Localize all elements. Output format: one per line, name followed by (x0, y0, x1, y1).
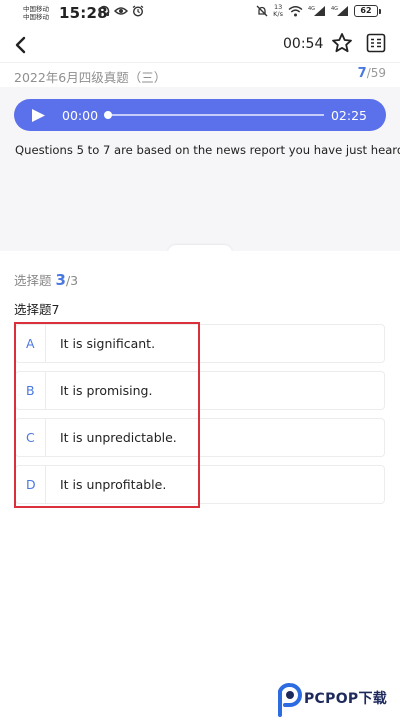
progress-current: 7 (357, 66, 367, 81)
option-c[interactable]: C It is unpredictable. (15, 418, 385, 457)
audio-total-time: 02:25 (330, 108, 367, 123)
exam-title-row: 2022年6月四级真题（三） 7/59 (0, 62, 400, 86)
audio-progress-thumb[interactable] (104, 111, 112, 119)
question-type-label: 选择题 (14, 273, 52, 288)
option-separator (45, 372, 46, 409)
audio-progress-track[interactable] (104, 111, 324, 119)
option-text: It is unprofitable. (60, 477, 167, 492)
signal-icon: 4G (308, 6, 325, 16)
carrier-1: 中国移动 (23, 5, 49, 13)
option-separator (45, 325, 46, 362)
watermark-text: PCPOP下载 (304, 691, 388, 707)
eye-icon (114, 7, 128, 15)
passage-area: 00:00 02:25 Questions 5 to 7 are based o… (0, 87, 400, 251)
audio-current-time: 00:00 (62, 108, 99, 123)
star-icon (332, 33, 352, 53)
back-button[interactable] (12, 33, 34, 57)
option-letter: C (26, 430, 35, 445)
exam-title: 2022年6月四级真题（三） (14, 70, 167, 85)
option-letter: D (26, 477, 36, 492)
play-icon (32, 109, 45, 122)
battery-icon: 62 (354, 5, 381, 17)
carrier-2: 中国移动 (23, 13, 49, 21)
question-area: 选择题 3/3 选择题7 A It is significant. B It i… (0, 252, 400, 720)
headphones-icon (98, 5, 110, 16)
option-b[interactable]: B It is promising. (15, 371, 385, 410)
alarm-icon (132, 5, 144, 17)
answer-sheet-icon (366, 33, 386, 53)
option-d[interactable]: D It is unprofitable. (15, 465, 385, 504)
answer-sheet-button[interactable] (366, 33, 386, 53)
option-letter: B (26, 383, 35, 398)
answer-options: A It is significant. B It is promising. … (15, 324, 385, 512)
status-bar: 中国移动 中国移动 15:28 13 K/s 4G 4G 62 (0, 0, 400, 26)
option-separator (45, 419, 46, 456)
option-letter: A (26, 336, 35, 351)
net-speed-unit: K/s (273, 10, 283, 18)
question-type: 选择题 3/3 (14, 270, 78, 289)
exam-timer: 00:54 (283, 36, 324, 52)
option-text: It is significant. (60, 336, 156, 351)
network-speed: 13 K/s (273, 4, 283, 18)
signal-1-label: 4G (308, 6, 315, 12)
status-icons-left (98, 5, 144, 17)
top-nav: 00:54 (0, 28, 400, 62)
carrier-info: 中国移动 中国移动 (23, 5, 49, 21)
favorite-button[interactable] (331, 32, 353, 54)
question-label: 选择题7 (14, 302, 60, 317)
question-type-current: 3 (55, 271, 66, 289)
mute-icon (256, 5, 268, 17)
status-icons-right: 13 K/s 4G 4G 62 (256, 4, 381, 18)
question-type-total: /3 (65, 273, 79, 288)
signal-icon: 4G (331, 6, 348, 16)
pcpop-logo-icon (278, 683, 302, 717)
option-separator (45, 466, 46, 503)
passage-instructions: Questions 5 to 7 are based on the news r… (15, 143, 400, 157)
pcpop-watermark: PCPOP下载 (274, 683, 398, 717)
option-text: It is promising. (60, 383, 153, 398)
wifi-icon (288, 6, 303, 17)
audio-player: 00:00 02:25 (14, 99, 386, 131)
app-screen: 中国移动 中国移动 15:28 13 K/s 4G 4G 62 00:54 20… (0, 0, 400, 720)
option-a[interactable]: A It is significant. (15, 324, 385, 363)
play-button[interactable] (30, 108, 46, 123)
question-progress: 7/59 (358, 66, 386, 81)
signal-2-label: 4G (331, 6, 338, 12)
back-arrow-icon (15, 36, 26, 54)
option-text: It is unpredictable. (60, 430, 177, 445)
progress-total: /59 (366, 66, 386, 80)
